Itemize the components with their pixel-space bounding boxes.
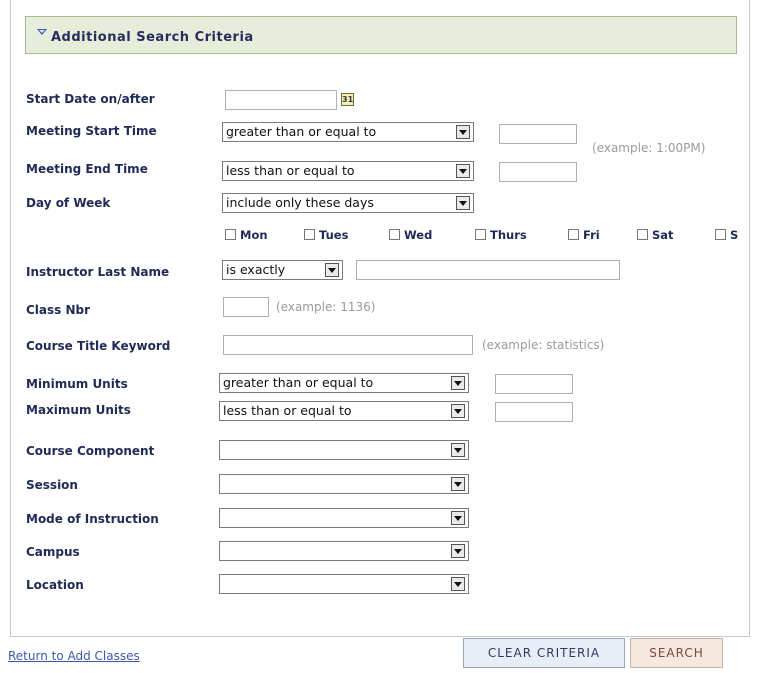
min-units-operator-value: greater than or equal to: [223, 375, 374, 390]
course-title-label: Course Title Keyword: [26, 339, 171, 353]
min-units-label: Minimum Units: [26, 377, 128, 391]
clear-criteria-button[interactable]: CLEAR CRITERIA: [463, 638, 625, 668]
day-of-week-label: Day of Week: [26, 196, 111, 210]
section-title: Additional Search Criteria: [51, 30, 254, 45]
meeting-start-example: (example: 1:00PM): [592, 141, 706, 155]
checkbox-tues[interactable]: [304, 229, 315, 240]
start-date-input[interactable]: [225, 90, 337, 110]
dropdown-arrow-icon[interactable]: [451, 443, 465, 457]
class-nbr-label: Class Nbr: [26, 303, 91, 317]
meeting-end-operator-value: less than or equal to: [226, 163, 355, 178]
return-to-add-classes-link[interactable]: Return to Add Classes: [8, 649, 140, 663]
day-of-week-operator-value: include only these days: [226, 195, 374, 210]
checkbox-fri[interactable]: [568, 229, 579, 240]
max-units-input[interactable]: [495, 402, 573, 422]
instructor-operator-value: is exactly: [226, 262, 286, 277]
checkbox-thurs[interactable]: [475, 229, 486, 240]
max-units-operator-select[interactable]: less than or equal to: [219, 401, 469, 421]
session-label: Session: [26, 478, 78, 492]
dropdown-arrow-icon[interactable]: [451, 511, 465, 525]
meeting-start-operator-select[interactable]: greater than or equal to: [222, 122, 474, 142]
min-units-operator-select[interactable]: greater than or equal to: [219, 373, 469, 393]
search-button[interactable]: SEARCH: [630, 638, 723, 668]
day-of-week-operator-select[interactable]: include only these days: [222, 193, 474, 213]
day-label-sun: S: [730, 228, 739, 242]
dropdown-arrow-icon[interactable]: [451, 376, 465, 390]
day-label-mon: Mon: [240, 228, 268, 242]
meeting-start-operator-value: greater than or equal to: [226, 124, 377, 139]
course-title-example: (example: statistics): [482, 338, 605, 352]
dropdown-arrow-icon[interactable]: [456, 196, 470, 210]
collapse-triangle-icon[interactable]: [37, 29, 47, 35]
max-units-operator-value: less than or equal to: [223, 403, 352, 418]
dropdown-arrow-icon[interactable]: [451, 477, 465, 491]
dropdown-arrow-icon[interactable]: [456, 164, 470, 178]
dropdown-arrow-icon[interactable]: [451, 404, 465, 418]
meeting-start-label: Meeting Start Time: [26, 124, 157, 138]
checkbox-mon[interactable]: [225, 229, 236, 240]
instructor-label: Instructor Last Name: [26, 265, 170, 279]
day-label-tues: Tues: [319, 228, 349, 242]
day-label-thurs: Thurs: [490, 228, 527, 242]
calendar-icon[interactable]: 31: [341, 93, 354, 106]
location-label: Location: [26, 578, 84, 592]
checkbox-sun[interactable]: [715, 229, 726, 240]
additional-criteria-header[interactable]: Additional Search Criteria: [25, 16, 737, 54]
day-label-fri: Fri: [583, 228, 600, 242]
panel-divider: [10, 636, 750, 637]
dropdown-arrow-icon[interactable]: [325, 263, 339, 277]
dropdown-arrow-icon[interactable]: [451, 577, 465, 591]
campus-select[interactable]: [219, 541, 469, 561]
mode-label: Mode of Instruction: [26, 512, 159, 526]
dropdown-arrow-icon[interactable]: [451, 544, 465, 558]
course-component-select[interactable]: [219, 440, 469, 460]
course-title-input[interactable]: [223, 335, 473, 355]
checkbox-sat[interactable]: [637, 229, 648, 240]
meeting-start-input[interactable]: [499, 124, 577, 144]
min-units-input[interactable]: [495, 374, 573, 394]
meeting-end-input[interactable]: [499, 162, 577, 182]
campus-label: Campus: [26, 545, 80, 559]
mode-select[interactable]: [219, 508, 469, 528]
session-select[interactable]: [219, 474, 469, 494]
meeting-end-operator-select[interactable]: less than or equal to: [222, 161, 474, 181]
dropdown-arrow-icon[interactable]: [456, 125, 470, 139]
instructor-operator-select[interactable]: is exactly: [222, 260, 343, 280]
class-nbr-input[interactable]: [223, 297, 269, 317]
max-units-label: Maximum Units: [26, 403, 131, 417]
course-component-label: Course Component: [26, 444, 155, 458]
location-select[interactable]: [219, 574, 469, 594]
day-label-wed: Wed: [404, 228, 433, 242]
meeting-end-label: Meeting End Time: [26, 162, 148, 176]
day-label-sat: Sat: [652, 228, 674, 242]
checkbox-wed[interactable]: [389, 229, 400, 240]
class-nbr-example: (example: 1136): [276, 300, 376, 314]
start-date-label: Start Date on/after: [26, 92, 155, 106]
instructor-input[interactable]: [356, 260, 620, 280]
